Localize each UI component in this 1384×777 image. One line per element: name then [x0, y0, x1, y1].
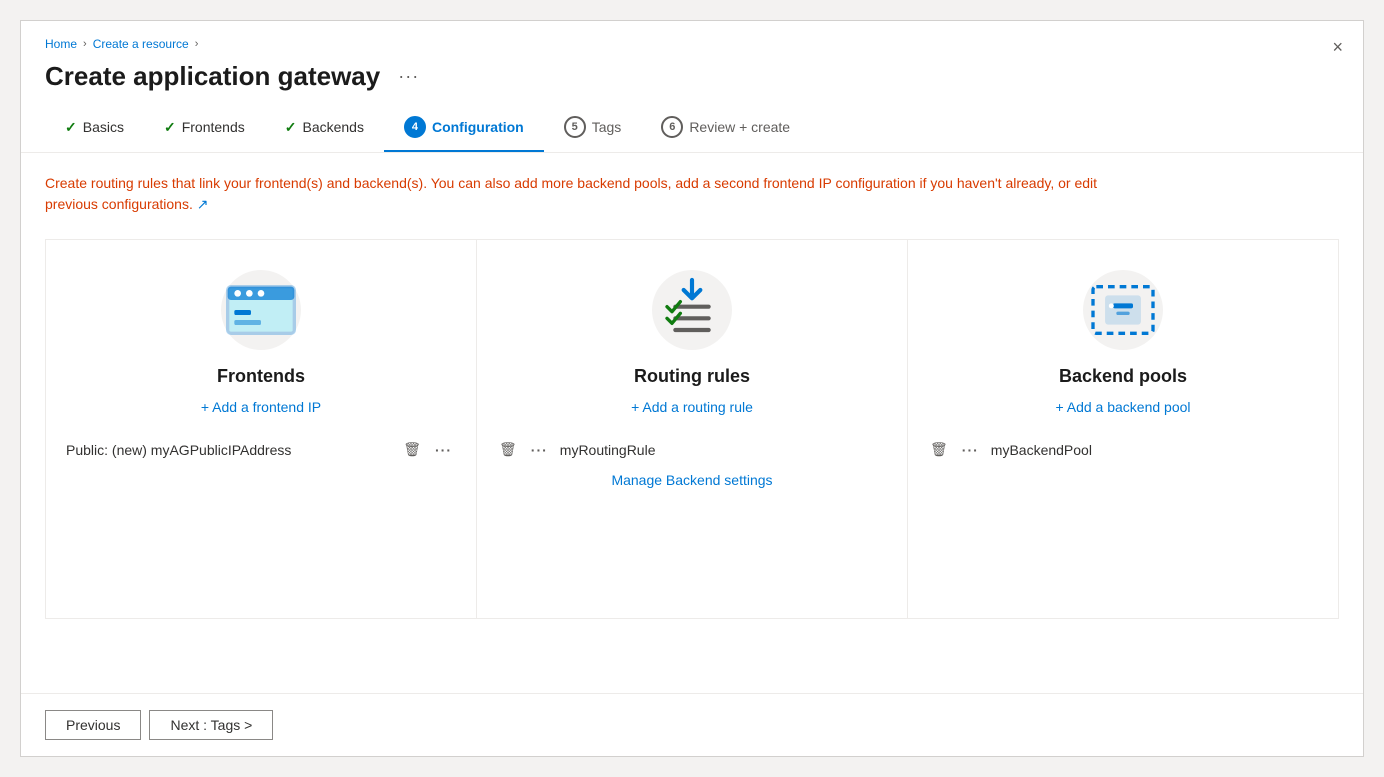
columns-container: Frontends + Add a frontend IP Public: (n…	[45, 239, 1339, 619]
routing-rules-column: Routing rules + Add a routing rule 🗑 ···…	[477, 240, 908, 618]
next-button[interactable]: Next : Tags >	[149, 710, 273, 740]
routing-more-button[interactable]: ···	[527, 440, 552, 460]
routing-resource-item: 🗑 ··· myRoutingRule	[497, 431, 887, 468]
breadcrumb-sep-2: ›	[195, 38, 199, 50]
tab-review[interactable]: 6 Review + create	[641, 104, 810, 152]
routing-delete-button[interactable]: 🗑	[497, 439, 519, 460]
frontends-check-icon: ✓	[164, 119, 176, 136]
backend-icon	[1083, 270, 1163, 350]
tab-frontends[interactable]: ✓ Frontends	[144, 107, 265, 150]
add-routing-rule-link[interactable]: + Add a routing rule	[631, 399, 753, 415]
tab-configuration[interactable]: 4 Configuration	[384, 104, 544, 152]
add-frontend-ip-link[interactable]: + Add a frontend IP	[201, 399, 321, 415]
routing-icon-circle	[652, 270, 732, 350]
backends-check-icon: ✓	[285, 119, 297, 136]
breadcrumb-create-resource[interactable]: Create a resource	[93, 37, 189, 51]
backend-item-label: myBackendPool	[991, 442, 1318, 458]
breadcrumb-home[interactable]: Home	[45, 37, 77, 51]
tab-frontends-label: Frontends	[182, 119, 245, 135]
ellipsis-button[interactable]: ···	[392, 64, 425, 89]
routing-column-title: Routing rules	[634, 366, 750, 387]
backend-resource-item: 🗑 ··· myBackendPool	[928, 431, 1318, 468]
panel-content: Create routing rules that link your fron…	[21, 153, 1363, 693]
configuration-circle: 4	[404, 116, 426, 138]
backend-more-button[interactable]: ···	[958, 440, 983, 460]
tabs-row: ✓ Basics ✓ Frontends ✓ Backends 4 Config…	[21, 104, 1363, 153]
backend-delete-button[interactable]: 🗑	[928, 439, 950, 460]
create-app-gateway-panel: Home › Create a resource › Create applic…	[20, 20, 1364, 757]
panel-footer: Previous Next : Tags >	[21, 693, 1363, 756]
tab-review-label: Review + create	[689, 119, 790, 135]
manage-backend-settings-link[interactable]: Manage Backend settings	[611, 472, 772, 488]
title-row: Create application gateway ···	[45, 61, 1339, 92]
frontend-item-label: Public: (new) myAGPublicIPAddress	[66, 442, 393, 458]
frontend-resource-item: Public: (new) myAGPublicIPAddress 🗑 ···	[66, 431, 456, 468]
routing-item-label: myRoutingRule	[560, 442, 887, 458]
breadcrumb: Home › Create a resource ›	[45, 37, 1339, 51]
frontends-column: Frontends + Add a frontend IP Public: (n…	[46, 240, 477, 618]
add-backend-pool-link[interactable]: + Add a backend pool	[1055, 399, 1190, 415]
review-circle: 6	[661, 116, 683, 138]
basics-check-icon: ✓	[65, 119, 77, 136]
page-title: Create application gateway	[45, 61, 380, 92]
frontend-more-button[interactable]: ···	[431, 440, 456, 460]
close-button[interactable]: ×	[1332, 37, 1343, 58]
tab-tags[interactable]: 5 Tags	[544, 104, 642, 152]
panel-header: Home › Create a resource › Create applic…	[21, 21, 1363, 96]
frontends-column-title: Frontends	[217, 366, 305, 387]
tab-configuration-label: Configuration	[432, 119, 524, 135]
tab-backends-label: Backends	[302, 119, 363, 135]
breadcrumb-sep-1: ›	[83, 38, 87, 50]
routing-icon	[652, 270, 732, 350]
tab-tags-label: Tags	[592, 119, 622, 135]
tab-basics[interactable]: ✓ Basics	[45, 107, 144, 150]
info-text: Create routing rules that link your fron…	[45, 173, 1145, 215]
external-link-icon[interactable]: ↗	[197, 196, 209, 212]
tags-circle: 5	[564, 116, 586, 138]
tab-basics-label: Basics	[83, 119, 124, 135]
previous-button[interactable]: Previous	[45, 710, 141, 740]
backend-icon-circle	[1083, 270, 1163, 350]
backend-pools-column: Backend pools + Add a backend pool 🗑 ···…	[908, 240, 1338, 618]
frontend-delete-button[interactable]: 🗑	[401, 439, 423, 460]
tab-backends[interactable]: ✓ Backends	[265, 107, 384, 150]
frontend-icon	[221, 270, 301, 350]
backend-column-title: Backend pools	[1059, 366, 1187, 387]
frontends-icon-circle	[221, 270, 301, 350]
